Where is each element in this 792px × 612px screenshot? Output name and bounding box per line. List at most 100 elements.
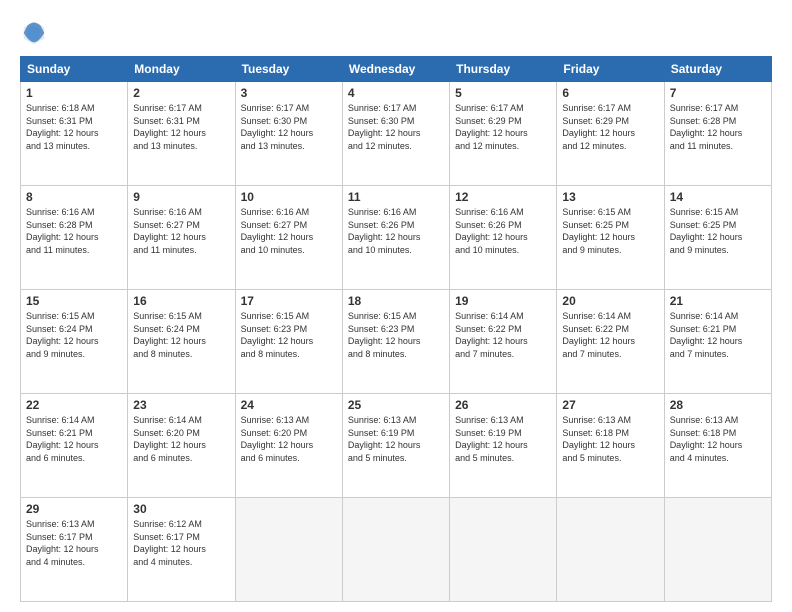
page: Sunday Monday Tuesday Wednesday Thursday… — [0, 0, 792, 612]
day-number: 12 — [455, 190, 551, 204]
day-info: Sunrise: 6:13 AM Sunset: 6:20 PM Dayligh… — [241, 414, 337, 464]
day-cell: 12Sunrise: 6:16 AM Sunset: 6:26 PM Dayli… — [450, 186, 557, 290]
day-cell: 13 Sunrise: 6:15 AM Sunset: 6:25 PM Dayli… — [557, 186, 664, 290]
day-cell: 7Sunrise: 6:17 AM Sunset: 6:28 PM Daylig… — [664, 82, 771, 186]
day-number: 1 — [26, 86, 122, 100]
day-cell: 6 Sunrise: 6:17 AM Sunset: 6:29 PM Daylig… — [557, 82, 664, 186]
day-info: Sunrise: 6:17 AM Sunset: 6:29 PM Dayligh… — [562, 102, 658, 152]
day-cell: 25 Sunrise: 6:13 AM Sunset: 6:19 PM Dayli… — [342, 394, 449, 498]
day-cell: 16 Sunrise: 6:15 AM Sunset: 6:24 PM Dayli… — [128, 290, 235, 394]
day-number: 19 — [455, 294, 551, 308]
calendar-week-row: 8 Sunrise: 6:16 AM Sunset: 6:28 PM Daylig… — [21, 186, 772, 290]
day-cell: 5 Sunrise: 6:17 AM Sunset: 6:29 PM Daylig… — [450, 82, 557, 186]
day-number: 28 — [670, 398, 766, 412]
empty-cell — [664, 498, 771, 602]
day-info: Sunrise: 6:16 AM Sunset: 6:27 PM Dayligh… — [241, 206, 337, 256]
day-number: 14 — [670, 190, 766, 204]
col-friday: Friday — [557, 57, 664, 82]
day-info: Sunrise: 6:16 AM Sunset: 6:28 PM Dayligh… — [26, 206, 122, 256]
day-number: 10 — [241, 190, 337, 204]
day-number: 23 — [133, 398, 229, 412]
logo-icon — [20, 18, 48, 46]
col-thursday: Thursday — [450, 57, 557, 82]
day-info: Sunrise: 6:18 AM Sunset: 6:31 PM Dayligh… — [26, 102, 122, 152]
col-sunday: Sunday — [21, 57, 128, 82]
day-number: 24 — [241, 398, 337, 412]
day-info: Sunrise: 6:13 AM Sunset: 6:19 PM Dayligh… — [348, 414, 444, 464]
day-info: Sunrise: 6:14 AM Sunset: 6:22 PM Dayligh… — [562, 310, 658, 360]
day-cell: 18 Sunrise: 6:15 AM Sunset: 6:23 PM Dayli… — [342, 290, 449, 394]
day-number: 8 — [26, 190, 122, 204]
day-info: Sunrise: 6:14 AM Sunset: 6:20 PM Dayligh… — [133, 414, 229, 464]
day-cell: 15Sunrise: 6:15 AM Sunset: 6:24 PM Dayli… — [21, 290, 128, 394]
day-number: 7 — [670, 86, 766, 100]
day-number: 6 — [562, 86, 658, 100]
col-tuesday: Tuesday — [235, 57, 342, 82]
day-info: Sunrise: 6:17 AM Sunset: 6:30 PM Dayligh… — [241, 102, 337, 152]
day-info: Sunrise: 6:15 AM Sunset: 6:24 PM Dayligh… — [26, 310, 122, 360]
day-info: Sunrise: 6:14 AM Sunset: 6:22 PM Dayligh… — [455, 310, 551, 360]
day-number: 2 — [133, 86, 229, 100]
day-number: 21 — [670, 294, 766, 308]
day-number: 13 — [562, 190, 658, 204]
day-cell: 30 Sunrise: 6:12 AM Sunset: 6:17 PM Dayli… — [128, 498, 235, 602]
day-cell: 17Sunrise: 6:15 AM Sunset: 6:23 PM Dayli… — [235, 290, 342, 394]
day-info: Sunrise: 6:14 AM Sunset: 6:21 PM Dayligh… — [670, 310, 766, 360]
day-info: Sunrise: 6:13 AM Sunset: 6:18 PM Dayligh… — [562, 414, 658, 464]
day-cell: 27 Sunrise: 6:13 AM Sunset: 6:18 PM Dayli… — [557, 394, 664, 498]
calendar-week-row: 29Sunrise: 6:13 AM Sunset: 6:17 PM Dayli… — [21, 498, 772, 602]
day-number: 3 — [241, 86, 337, 100]
day-number: 29 — [26, 502, 122, 516]
empty-cell — [557, 498, 664, 602]
day-cell: 10 Sunrise: 6:16 AM Sunset: 6:27 PM Dayli… — [235, 186, 342, 290]
day-number: 20 — [562, 294, 658, 308]
day-number: 5 — [455, 86, 551, 100]
day-cell: 26 Sunrise: 6:13 AM Sunset: 6:19 PM Dayli… — [450, 394, 557, 498]
day-cell: 8 Sunrise: 6:16 AM Sunset: 6:28 PM Daylig… — [21, 186, 128, 290]
day-number: 16 — [133, 294, 229, 308]
day-number: 30 — [133, 502, 229, 516]
day-number: 25 — [348, 398, 444, 412]
day-cell: 24 Sunrise: 6:13 AM Sunset: 6:20 PM Dayli… — [235, 394, 342, 498]
day-cell: 1 Sunrise: 6:18 AM Sunset: 6:31 PM Daylig… — [21, 82, 128, 186]
day-cell: 4 Sunrise: 6:17 AM Sunset: 6:30 PM Daylig… — [342, 82, 449, 186]
col-saturday: Saturday — [664, 57, 771, 82]
logo — [20, 18, 52, 46]
calendar-week-row: 15Sunrise: 6:15 AM Sunset: 6:24 PM Dayli… — [21, 290, 772, 394]
day-number: 18 — [348, 294, 444, 308]
day-cell: 23 Sunrise: 6:14 AM Sunset: 6:20 PM Dayli… — [128, 394, 235, 498]
day-cell: 19 Sunrise: 6:14 AM Sunset: 6:22 PM Dayli… — [450, 290, 557, 394]
empty-cell — [450, 498, 557, 602]
day-number: 17 — [241, 294, 337, 308]
calendar-header-row: Sunday Monday Tuesday Wednesday Thursday… — [21, 57, 772, 82]
day-info: Sunrise: 6:14 AM Sunset: 6:21 PM Dayligh… — [26, 414, 122, 464]
col-monday: Monday — [128, 57, 235, 82]
day-info: Sunrise: 6:17 AM Sunset: 6:30 PM Dayligh… — [348, 102, 444, 152]
col-wednesday: Wednesday — [342, 57, 449, 82]
day-info: Sunrise: 6:12 AM Sunset: 6:17 PM Dayligh… — [133, 518, 229, 568]
day-info: Sunrise: 6:15 AM Sunset: 6:25 PM Dayligh… — [562, 206, 658, 256]
day-cell: 2 Sunrise: 6:17 AM Sunset: 6:31 PM Daylig… — [128, 82, 235, 186]
day-number: 26 — [455, 398, 551, 412]
calendar-week-row: 1 Sunrise: 6:18 AM Sunset: 6:31 PM Daylig… — [21, 82, 772, 186]
day-info: Sunrise: 6:13 AM Sunset: 6:18 PM Dayligh… — [670, 414, 766, 464]
day-info: Sunrise: 6:15 AM Sunset: 6:25 PM Dayligh… — [670, 206, 766, 256]
day-number: 22 — [26, 398, 122, 412]
day-info: Sunrise: 6:16 AM Sunset: 6:27 PM Dayligh… — [133, 206, 229, 256]
day-info: Sunrise: 6:16 AM Sunset: 6:26 PM Dayligh… — [348, 206, 444, 256]
calendar: Sunday Monday Tuesday Wednesday Thursday… — [20, 56, 772, 602]
day-cell: 21 Sunrise: 6:14 AM Sunset: 6:21 PM Dayli… — [664, 290, 771, 394]
day-cell: 20 Sunrise: 6:14 AM Sunset: 6:22 PM Dayli… — [557, 290, 664, 394]
day-number: 27 — [562, 398, 658, 412]
day-info: Sunrise: 6:15 AM Sunset: 6:24 PM Dayligh… — [133, 310, 229, 360]
day-info: Sunrise: 6:17 AM Sunset: 6:29 PM Dayligh… — [455, 102, 551, 152]
day-cell: 14 Sunrise: 6:15 AM Sunset: 6:25 PM Dayli… — [664, 186, 771, 290]
day-info: Sunrise: 6:13 AM Sunset: 6:19 PM Dayligh… — [455, 414, 551, 464]
day-info: Sunrise: 6:17 AM Sunset: 6:31 PM Dayligh… — [133, 102, 229, 152]
day-info: Sunrise: 6:15 AM Sunset: 6:23 PM Dayligh… — [348, 310, 444, 360]
day-number: 4 — [348, 86, 444, 100]
empty-cell — [235, 498, 342, 602]
day-cell: 11Sunrise: 6:16 AM Sunset: 6:26 PM Dayli… — [342, 186, 449, 290]
calendar-week-row: 22 Sunrise: 6:14 AM Sunset: 6:21 PM Dayli… — [21, 394, 772, 498]
day-cell: 9Sunrise: 6:16 AM Sunset: 6:27 PM Daylig… — [128, 186, 235, 290]
